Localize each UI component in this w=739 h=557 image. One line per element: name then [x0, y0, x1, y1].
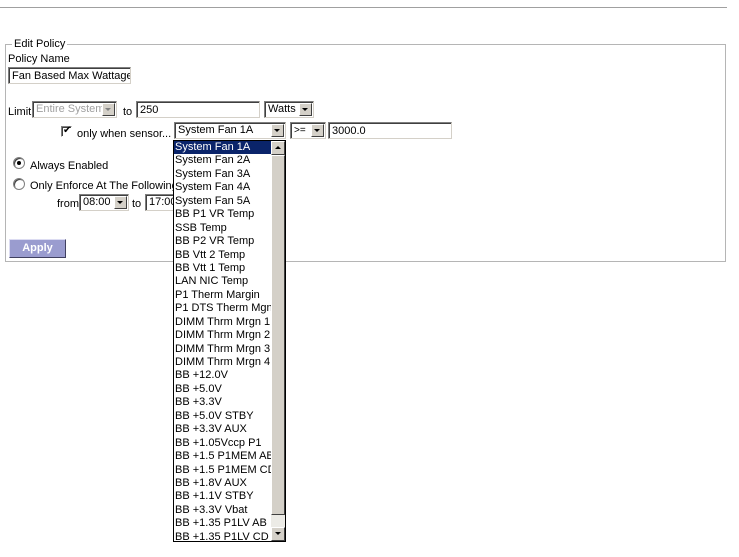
sensor-option[interactable]: DIMM Thrm Mrgn 4 — [174, 356, 271, 369]
threshold-input[interactable]: 3000.0 — [328, 122, 452, 139]
apply-button[interactable]: Apply — [9, 239, 66, 258]
sensor-option[interactable]: BB P2 VR Temp — [174, 235, 271, 248]
sensor-dropdown-list[interactable]: System Fan 1A System Fan 2A System Fan 3A S… — [173, 140, 286, 542]
sensor-option[interactable]: BB +3.3V — [174, 396, 271, 409]
edit-policy-legend: Edit Policy — [12, 38, 68, 50]
sensor-option[interactable]: DIMM Thrm Mrgn 1 — [174, 316, 271, 329]
chevron-down-icon — [114, 196, 127, 209]
sensor-option[interactable]: LAN NIC Temp — [174, 275, 271, 288]
sensor-option[interactable]: P1 Therm Margin — [174, 289, 271, 302]
sensor-option[interactable]: System Fan 5A — [174, 195, 271, 208]
sensor-option[interactable]: BB +3.3V Vbat — [174, 504, 271, 517]
sensor-option[interactable]: SSB Temp — [174, 222, 271, 235]
sensor-option[interactable]: System Fan 4A — [174, 181, 271, 194]
chevron-down-icon — [271, 124, 284, 137]
sensor-option[interactable]: System Fan 3A — [174, 168, 271, 181]
sensor-option[interactable]: BB +3.3V AUX — [174, 423, 271, 436]
operator-select[interactable]: >= — [290, 122, 326, 139]
chevron-down-icon — [102, 103, 115, 116]
sensor-option[interactable]: BB +1.1V STBY — [174, 490, 271, 503]
from-label: from — [57, 198, 79, 210]
scroll-up-icon[interactable] — [271, 141, 285, 155]
limit-scope-select: Entire System — [32, 101, 117, 118]
only-enforce-radio[interactable] — [13, 178, 25, 190]
sensor-option[interactable]: BB +5.0V STBY — [174, 410, 271, 423]
sensor-option[interactable]: BB +5.0V — [174, 383, 271, 396]
sensor-option[interactable]: BB +12.0V — [174, 369, 271, 382]
sensor-option[interactable]: P1 DTS Therm Mgn — [174, 302, 273, 315]
policy-name-label: Policy Name — [8, 53, 70, 65]
limit-to-label: to — [123, 106, 133, 118]
only-enforce-label: Only Enforce At The Following — [30, 180, 178, 192]
checkmark-icon: ✔ — [63, 125, 72, 136]
policy-name-input[interactable]: Fan Based Max Wattage — [8, 67, 131, 84]
limit-label: Limit — [8, 106, 32, 118]
sensor-option-list: System Fan 1A System Fan 2A System Fan 3A S… — [174, 141, 276, 541]
sensor-option[interactable]: System Fan 2A — [174, 154, 271, 167]
top-divider — [0, 7, 727, 8]
sensor-option[interactable]: BB +1.35 P1LV CD — [174, 531, 271, 541]
chevron-down-icon — [311, 124, 324, 137]
to-time-label: to — [132, 198, 142, 210]
chevron-down-icon — [299, 103, 312, 116]
sensor-label: only when sensor... — [77, 128, 172, 140]
radio-dot-icon — [17, 161, 21, 165]
sensor-option[interactable]: BB Vtt 1 Temp — [174, 262, 271, 275]
dropdown-scrollbar[interactable] — [271, 141, 285, 541]
always-enabled-radio[interactable] — [13, 157, 25, 169]
limit-unit-select[interactable]: Watts — [264, 101, 314, 118]
limit-value-input[interactable]: 250 — [136, 101, 260, 118]
sensor-checkbox[interactable]: ✔ — [61, 125, 72, 137]
scroll-down-icon[interactable] — [271, 527, 285, 541]
sensor-option[interactable]: BB +1.35 P1LV AB — [174, 517, 271, 530]
scroll-thumb[interactable] — [271, 155, 285, 515]
sensor-select[interactable]: System Fan 1A — [174, 122, 286, 139]
sensor-option[interactable]: BB P1 VR Temp — [174, 208, 271, 221]
sensor-option[interactable]: DIMM Thrm Mrgn 2 — [174, 329, 271, 342]
sensor-option[interactable]: BB Vtt 2 Temp — [174, 249, 271, 262]
sensor-option[interactable]: BB +1.5 P1MEM AB — [174, 450, 274, 463]
always-enabled-label: Always Enabled — [30, 160, 109, 172]
sensor-option[interactable]: BB +1.8V AUX — [174, 477, 271, 490]
sensor-option[interactable]: BB +1.5 P1MEM CD — [174, 464, 276, 477]
sensor-option[interactable]: DIMM Thrm Mrgn 3 — [174, 343, 271, 356]
sensor-option[interactable]: BB +1.05Vccp P1 — [174, 437, 271, 450]
from-time-select[interactable]: 08:00 — [79, 194, 129, 211]
sensor-option[interactable]: System Fan 1A — [174, 141, 271, 155]
